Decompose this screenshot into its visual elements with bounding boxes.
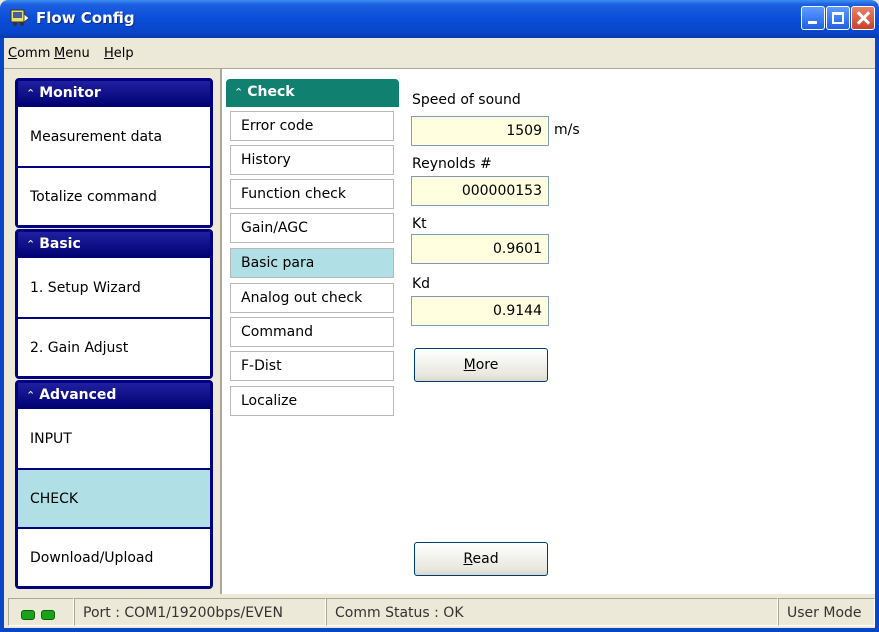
check-item-f-dist[interactable]: F-Dist	[230, 351, 394, 381]
chevron-up-icon: ⌃	[26, 87, 36, 100]
menu-menu[interactable]: Menu	[54, 46, 90, 61]
close-icon[interactable]	[851, 6, 875, 30]
read-button-label: ead	[472, 551, 499, 567]
group-monitor: ⌃ Monitor Measurement data Totalize comma…	[15, 78, 213, 228]
status-mode: User Mode	[778, 598, 875, 626]
more-button-label: ore	[475, 357, 499, 373]
kd-field: 0.9144	[411, 296, 549, 326]
menu-menu-label: enu	[65, 46, 90, 61]
group-monitor-header[interactable]: ⌃ Monitor	[18, 81, 210, 107]
maximize-icon[interactable]	[826, 6, 850, 30]
kt-field: 0.9601	[411, 234, 549, 264]
group-basic-header[interactable]: ⌃ Basic	[18, 232, 210, 258]
speed-of-sound-field: 1509	[411, 116, 549, 146]
sidebar-item-input[interactable]: INPUT	[18, 409, 210, 468]
menu-help-mnemonic: H	[104, 46, 114, 61]
status-bar: Port : COM1/19200bps/EVEN Comm Status : …	[4, 594, 875, 628]
sidebar-item-gain-adjust[interactable]: 2. Gain Adjust	[18, 317, 210, 376]
led-icon	[41, 610, 55, 620]
check-item-analog-out-check[interactable]: Analog out check	[230, 283, 394, 313]
sidebar-item-setup-wizard[interactable]: 1. Setup Wizard	[18, 258, 210, 317]
check-item-basic-para[interactable]: Basic para	[230, 248, 394, 278]
sidebar-item-totalize-command[interactable]: Totalize command	[18, 166, 210, 225]
reynolds-label: Reynolds #	[412, 156, 492, 172]
check-item-gain-agc[interactable]: Gain/AGC	[230, 213, 394, 243]
title-bar[interactable]: Flow Config	[0, 0, 879, 38]
reynolds-field: 000000153	[411, 176, 549, 206]
group-basic: ⌃ Basic 1. Setup Wizard 2. Gain Adjust	[15, 229, 213, 379]
kt-label: Kt	[412, 216, 427, 232]
menu-help[interactable]: Help	[104, 46, 134, 61]
menu-menu-mnemonic: M	[54, 46, 66, 61]
status-led-pane	[8, 598, 74, 626]
check-item-history[interactable]: History	[230, 145, 394, 175]
chevron-up-icon: ⌃	[26, 238, 36, 251]
group-advanced-header[interactable]: ⌃ Advanced	[18, 383, 210, 409]
minimize-icon[interactable]	[801, 6, 825, 30]
status-port: Port : COM1/19200bps/EVEN	[74, 598, 326, 626]
check-item-command[interactable]: Command	[230, 317, 394, 347]
menu-comm[interactable]: Comm	[8, 46, 50, 61]
group-advanced-title: Advanced	[39, 387, 117, 403]
window-frame-bottom	[0, 628, 879, 632]
read-button[interactable]: Read	[414, 542, 548, 576]
check-menu-title: Check	[247, 84, 295, 100]
window-frame-right	[875, 68, 879, 632]
sidebar-item-measurement-data[interactable]: Measurement data	[18, 107, 210, 166]
more-button[interactable]: More	[414, 348, 548, 382]
check-item-function-check[interactable]: Function check	[230, 179, 394, 209]
more-button-mnemonic: M	[463, 357, 476, 373]
menu-comm-mnemonic: C	[8, 46, 18, 61]
status-comm: Comm Status : OK	[326, 598, 778, 626]
menu-help-label: elp	[113, 46, 134, 61]
kd-label: Kd	[412, 276, 431, 292]
chevron-up-icon: ⌃	[234, 86, 244, 99]
sidebar-item-download-upload[interactable]: Download/Upload	[18, 527, 210, 586]
chevron-up-icon: ⌃	[26, 389, 36, 402]
group-advanced: ⌃ Advanced INPUT CHECK Download/Upload	[15, 380, 213, 589]
speed-of-sound-unit: m/s	[554, 122, 580, 138]
menu-comm-label: omm	[17, 46, 51, 61]
led-icon	[21, 610, 35, 620]
window-title: Flow Config	[36, 9, 135, 27]
check-menu-header[interactable]: ⌃ Check	[226, 79, 399, 107]
group-monitor-title: Monitor	[39, 85, 101, 101]
sidebar-item-check[interactable]: CHECK	[18, 468, 210, 527]
check-item-error-code[interactable]: Error code	[230, 111, 394, 141]
app-icon	[10, 9, 30, 26]
group-basic-title: Basic	[39, 236, 81, 252]
speed-of-sound-label: Speed of sound	[412, 92, 521, 108]
read-button-mnemonic: R	[463, 551, 473, 567]
menu-bar: Comm Menu Help	[0, 38, 879, 68]
check-item-localize[interactable]: Localize	[230, 386, 394, 416]
